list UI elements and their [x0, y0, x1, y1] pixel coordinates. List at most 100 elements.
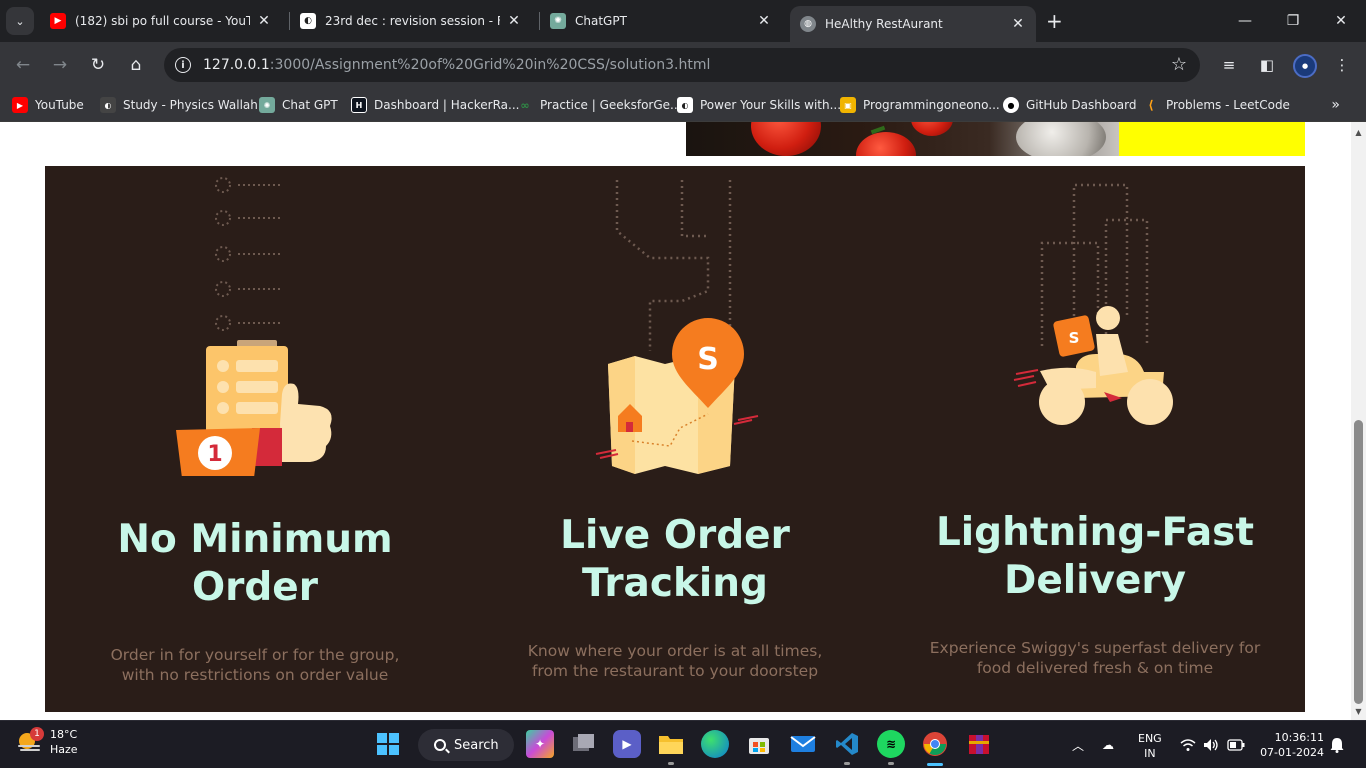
feature-desc-line: with no restrictions on order value	[121, 666, 389, 684]
svg-text:S: S	[1069, 329, 1080, 347]
reload-button[interactable]: ↻	[86, 53, 110, 77]
more-bookmarks-icon[interactable]: »	[1331, 97, 1340, 113]
address-bar[interactable]: i 127.0.0.1:3000/Assignment%20of%20Grid%…	[164, 48, 1200, 82]
tab-youtube[interactable]: ▶ (182) sbi po full course - YouTube ✕	[40, 6, 282, 36]
more-menu-icon[interactable]: ⋮	[1330, 53, 1354, 77]
tab-search-button[interactable]: ⌄	[6, 7, 34, 35]
bookmark-power-skills[interactable]: ◐ Power Your Skills with...	[677, 96, 841, 114]
winrar-icon[interactable]	[965, 730, 993, 758]
feature-title-line: Order	[192, 565, 318, 610]
mail-icon[interactable]	[789, 730, 817, 758]
thumbs-up-menu-icon: 1	[176, 177, 332, 476]
new-tab-button[interactable]: +	[1046, 11, 1063, 31]
spotify-icon[interactable]: ≋	[877, 730, 905, 758]
tab-strip: ⌄ ▶ (182) sbi po full course - YouTube ✕…	[0, 0, 1366, 42]
chatgpt-icon: ✺	[550, 13, 566, 29]
system-clock[interactable]: 10:36:11 07-01-2024	[1258, 730, 1324, 760]
teams-chat-icon[interactable]: ▶	[613, 730, 641, 758]
restore-button[interactable]: ❐	[1270, 0, 1316, 42]
bookmark-chatgpt[interactable]: ✺ Chat GPT	[259, 96, 338, 114]
weather-temperature: 18°C	[50, 728, 78, 741]
bookmark-label: Problems - LeetCode	[1166, 98, 1290, 112]
feature-title-line: Lightning-Fast	[935, 510, 1255, 555]
bookmark-label: YouTube	[35, 98, 84, 112]
wifi-icon[interactable]	[1180, 721, 1196, 769]
battery-icon[interactable]	[1227, 721, 1245, 769]
globe-icon: ◍	[800, 16, 816, 32]
tab-title: ChatGPT	[575, 14, 627, 28]
features-section: 1 No Minimum Order Order in for yourself…	[45, 166, 1305, 712]
bookmark-programmingoneonone[interactable]: ▣ Programmingoneono...	[840, 96, 1000, 114]
feature-description: Order in for yourself or for the group, …	[45, 645, 465, 685]
weather-widget[interactable]: 1 18°C Haze	[16, 727, 78, 757]
pw-icon: ◐	[300, 13, 316, 29]
tab-revision-session[interactable]: ◐ 23rd dec : revision session - Full St …	[290, 6, 532, 36]
back-button[interactable]: ←	[11, 53, 35, 77]
volume-icon[interactable]	[1203, 721, 1219, 769]
copilot-icon[interactable]: ✦	[526, 730, 554, 758]
pw-icon: ◐	[100, 97, 116, 113]
scroll-down-arrow-icon[interactable]: ▼	[1354, 707, 1363, 716]
url-text[interactable]: 127.0.0.1:3000/Assignment%20of%20Grid%20…	[203, 57, 710, 73]
edge-icon[interactable]	[701, 730, 729, 758]
weather-description: Haze	[50, 743, 78, 756]
scroll-thumb[interactable]	[1354, 420, 1363, 704]
tab-title: HeAlthy RestAurant	[825, 17, 943, 31]
bookmark-geeksforgeeks[interactable]: ∞ Practice | GeeksforGe...	[517, 96, 681, 114]
svg-text:S: S	[697, 342, 719, 377]
search-icon	[434, 739, 446, 751]
feature-title-line: Tracking	[582, 561, 768, 606]
media-control-icon[interactable]: ≡	[1217, 53, 1241, 77]
bookmark-github[interactable]: ● GitHub Dashboard	[1003, 96, 1137, 114]
taskbar-search-button[interactable]: Search	[418, 729, 514, 761]
feature-desc-line: from the restaurant to your doorstep	[531, 662, 819, 680]
page-viewport: 1 No Minimum Order Order in for yourself…	[0, 122, 1366, 720]
feature-lightning-fast-delivery: S Lightning-Fast Delivery Experience Swi…	[885, 166, 1305, 712]
clock-date: 07-01-2024	[1260, 746, 1324, 759]
pw-icon: ◐	[677, 97, 693, 113]
tab-healthy-restaurant[interactable]: ◍ HeAlthy RestAurant ✕	[790, 6, 1036, 42]
onedrive-cloud-icon[interactable]: ☁	[1102, 721, 1114, 769]
tab-title: (182) sbi po full course - YouTube	[75, 14, 250, 28]
svg-text:1: 1	[207, 442, 222, 467]
language-indicator[interactable]: ENG IN	[1138, 731, 1162, 761]
bookmark-physics-wallah[interactable]: ◐ Study - Physics Wallah	[100, 96, 258, 114]
close-icon[interactable]: ✕	[756, 13, 772, 29]
bookmarks-bar: ▶ YouTube ◐ Study - Physics Wallah ✺ Cha…	[0, 88, 1366, 122]
file-explorer-icon[interactable]	[657, 730, 685, 758]
minimize-button[interactable]: —	[1222, 0, 1268, 42]
scroll-up-arrow-icon[interactable]: ▲	[1354, 128, 1363, 137]
show-hidden-icons-chevron-icon[interactable]: ︿	[1072, 721, 1084, 769]
feature-title: Live Order Tracking	[465, 512, 885, 608]
search-label: Search	[454, 737, 499, 753]
site-info-icon[interactable]: i	[175, 57, 191, 73]
bookmark-hackerrank[interactable]: H Dashboard | HackerRa...	[351, 96, 519, 114]
feature-title-line: Live Order	[560, 513, 790, 558]
task-view-icon[interactable]	[570, 730, 598, 758]
page-scrollbar[interactable]: ▲ ▼	[1351, 122, 1366, 720]
home-button[interactable]: ⌂	[124, 53, 148, 77]
haze-sun-icon: 1	[16, 727, 44, 755]
blog-icon: ▣	[840, 97, 856, 113]
profile-avatar[interactable]: ●	[1293, 54, 1317, 78]
delivery-scooter-icon: S	[1013, 183, 1173, 425]
side-panel-icon[interactable]: ◧	[1255, 53, 1279, 77]
chrome-icon[interactable]	[921, 730, 949, 758]
close-icon[interactable]: ✕	[256, 13, 272, 29]
notification-bell-icon[interactable]	[1330, 721, 1344, 769]
vscode-icon[interactable]	[833, 730, 861, 758]
feature-desc-line: food delivered fresh & on time	[976, 659, 1214, 677]
close-window-button[interactable]: ✕	[1318, 0, 1364, 42]
tab-chatgpt[interactable]: ✺ ChatGPT ✕	[540, 6, 782, 36]
bookmark-star-icon[interactable]: ☆	[1171, 54, 1187, 75]
feature-title: No Minimum Order	[45, 516, 465, 612]
feature-title-line: No Minimum	[117, 517, 393, 562]
bookmark-youtube[interactable]: ▶ YouTube	[12, 96, 84, 114]
feature-live-order-tracking: S Live Order Tracking Know where your or…	[465, 166, 885, 712]
close-icon[interactable]: ✕	[1010, 16, 1026, 32]
forward-button[interactable]: →	[48, 53, 72, 77]
close-icon[interactable]: ✕	[506, 13, 522, 29]
bookmark-leetcode[interactable]: ⟨ Problems - LeetCode	[1143, 96, 1290, 114]
windows-start-icon[interactable]	[374, 730, 402, 758]
microsoft-store-icon[interactable]	[745, 730, 773, 758]
